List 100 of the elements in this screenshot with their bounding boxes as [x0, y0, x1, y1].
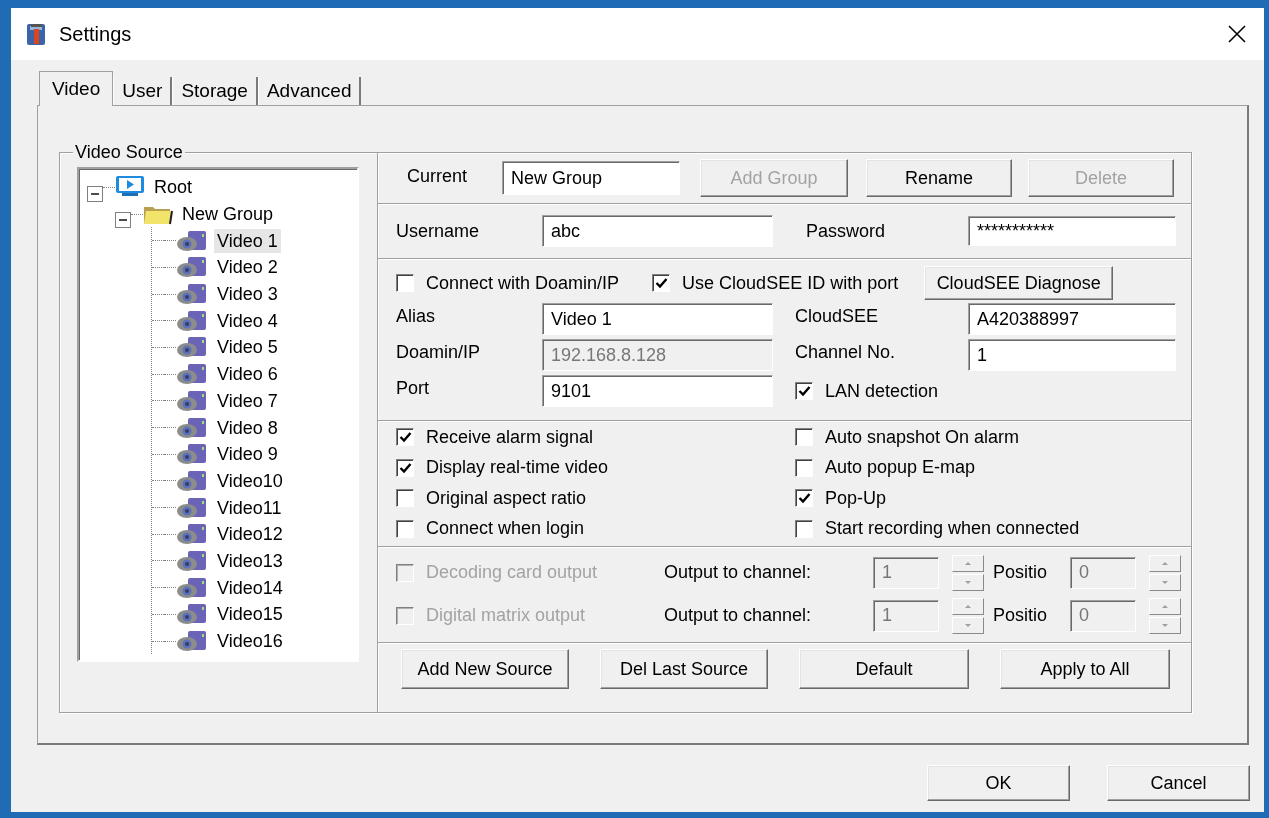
- button[interactable]: CloudSEE Diagnose: [924, 266, 1114, 300]
- checkbox-label: Digital matrix output: [426, 604, 586, 627]
- input-field[interactable]: abc: [542, 215, 773, 247]
- field-label: Port: [396, 377, 430, 400]
- input-field[interactable]: A420388997: [968, 303, 1176, 335]
- button[interactable]: Cancel: [1107, 765, 1250, 801]
- tree-item[interactable]: Video 6: [214, 362, 281, 387]
- tab[interactable]: User: [113, 77, 173, 105]
- field-label: Doamin/IP: [396, 341, 482, 364]
- checkbox[interactable]: [396, 274, 414, 292]
- tree-item[interactable]: Video14: [214, 575, 286, 600]
- checkbox-label: Receive alarm signal: [426, 425, 594, 449]
- button[interactable]: Add New Source: [401, 649, 569, 689]
- checkbox[interactable]: [795, 458, 813, 477]
- checkbox[interactable]: [795, 489, 813, 508]
- spin-down-button[interactable]: [1149, 573, 1181, 591]
- tree-item[interactable]: Video11: [214, 495, 285, 520]
- checkbox-label: Display real-time video: [426, 456, 609, 480]
- tab[interactable]: Storage: [172, 77, 258, 105]
- close-icon[interactable]: [1227, 24, 1247, 44]
- checkbox[interactable]: [795, 519, 813, 538]
- input-field[interactable]: Video 1: [542, 303, 773, 335]
- checkbox-label: Auto popup E-map: [825, 456, 976, 480]
- checkbox[interactable]: [652, 274, 671, 292]
- checkbox-label: Original aspect ratio: [426, 486, 587, 510]
- checkbox[interactable]: [396, 458, 414, 477]
- checkbox[interactable]: [396, 519, 414, 538]
- checkbox-label: Pop-Up: [825, 486, 887, 510]
- spin-up-button[interactable]: [1149, 597, 1181, 615]
- tree-item[interactable]: Root: [151, 175, 196, 200]
- input-field[interactable]: 1: [968, 339, 1176, 371]
- button[interactable]: Default: [799, 649, 969, 689]
- camera-icon: [176, 496, 208, 519]
- spin-down-button[interactable]: [952, 616, 984, 634]
- camera-icon: [176, 576, 208, 599]
- tree-item[interactable]: Video 9: [214, 442, 281, 467]
- tree-item[interactable]: Video 3: [214, 282, 281, 307]
- field-label: CloudSEE: [795, 305, 880, 328]
- button[interactable]: OK: [927, 765, 1070, 801]
- tree-item[interactable]: Video12: [214, 522, 286, 547]
- camera-icon: [176, 283, 208, 306]
- camera-icon: [176, 603, 208, 626]
- checkbox[interactable]: [396, 489, 414, 508]
- field-label: Output to channel:: [664, 561, 813, 584]
- checkbox-label: Connect when login: [426, 517, 585, 541]
- checkbox-label: LAN detection: [825, 379, 939, 403]
- tab[interactable]: Video: [39, 71, 114, 106]
- button[interactable]: Del Last Source: [600, 649, 768, 689]
- camera-icon: [176, 523, 208, 546]
- tree-item[interactable]: New Group: [179, 202, 277, 227]
- camera-icon: [176, 389, 208, 412]
- checkbox[interactable]: [795, 382, 813, 400]
- input-field[interactable]: New Group: [502, 161, 680, 195]
- camera-icon: [176, 309, 208, 332]
- button[interactable]: Apply to All: [1000, 649, 1170, 689]
- checkbox-label: Use CloudSEE ID with port: [682, 271, 899, 295]
- spin-down-button[interactable]: [1149, 616, 1181, 634]
- field-label: Current: [407, 165, 469, 188]
- field-label: Positio: [993, 561, 1049, 584]
- checkbox-label: Start recording when connected: [825, 517, 1080, 541]
- collapse-icon[interactable]: [87, 185, 103, 202]
- checkbox-label: Auto snapshot On alarm: [825, 425, 1020, 449]
- field-label: Positio: [993, 604, 1049, 627]
- spin-up-button[interactable]: [1149, 554, 1181, 572]
- checkbox[interactable]: [795, 428, 813, 447]
- camera-icon: [176, 549, 208, 572]
- field-label: Password: [806, 220, 887, 243]
- checkbox[interactable]: [396, 428, 414, 447]
- camera-icon: [176, 229, 208, 252]
- camera-icon: [176, 443, 208, 466]
- input-field[interactable]: ***********: [968, 216, 1176, 246]
- checkbox-label: Connect with Doamin/IP: [426, 271, 620, 295]
- tree-item[interactable]: Video 4: [214, 308, 281, 333]
- tree-item[interactable]: Video 7: [214, 388, 281, 413]
- tree-item[interactable]: Video13: [214, 548, 286, 573]
- spin-down-button[interactable]: [952, 573, 984, 591]
- input-field[interactable]: 9101: [542, 375, 773, 407]
- tree-item[interactable]: Video 5: [214, 335, 281, 360]
- camera-icon: [176, 256, 208, 279]
- tree-item[interactable]: Video 1: [214, 228, 281, 253]
- camera-icon: [176, 416, 208, 439]
- tree-item[interactable]: Video15: [214, 602, 286, 627]
- tree-item[interactable]: Video10: [214, 468, 286, 493]
- tree-item[interactable]: Video 2: [214, 255, 281, 280]
- button[interactable]: Rename: [866, 159, 1012, 197]
- window-title: Settings: [59, 22, 132, 47]
- camera-icon: [176, 336, 208, 359]
- tree-item[interactable]: Video 8: [214, 415, 281, 440]
- field-label: Channel No.: [795, 341, 897, 364]
- field-label: Output to channel:: [664, 604, 813, 627]
- tab[interactable]: Advanced: [257, 77, 362, 105]
- camera-icon: [176, 469, 208, 492]
- collapse-icon[interactable]: [115, 212, 131, 229]
- field-label: Alias: [396, 305, 436, 328]
- checkbox-label: Decoding card output: [426, 561, 598, 584]
- field-label: Username: [396, 220, 481, 243]
- spin-up-button[interactable]: [952, 554, 984, 572]
- tree-item[interactable]: Video16: [214, 629, 286, 654]
- camera-icon: [176, 363, 208, 386]
- spin-up-button[interactable]: [952, 597, 984, 615]
